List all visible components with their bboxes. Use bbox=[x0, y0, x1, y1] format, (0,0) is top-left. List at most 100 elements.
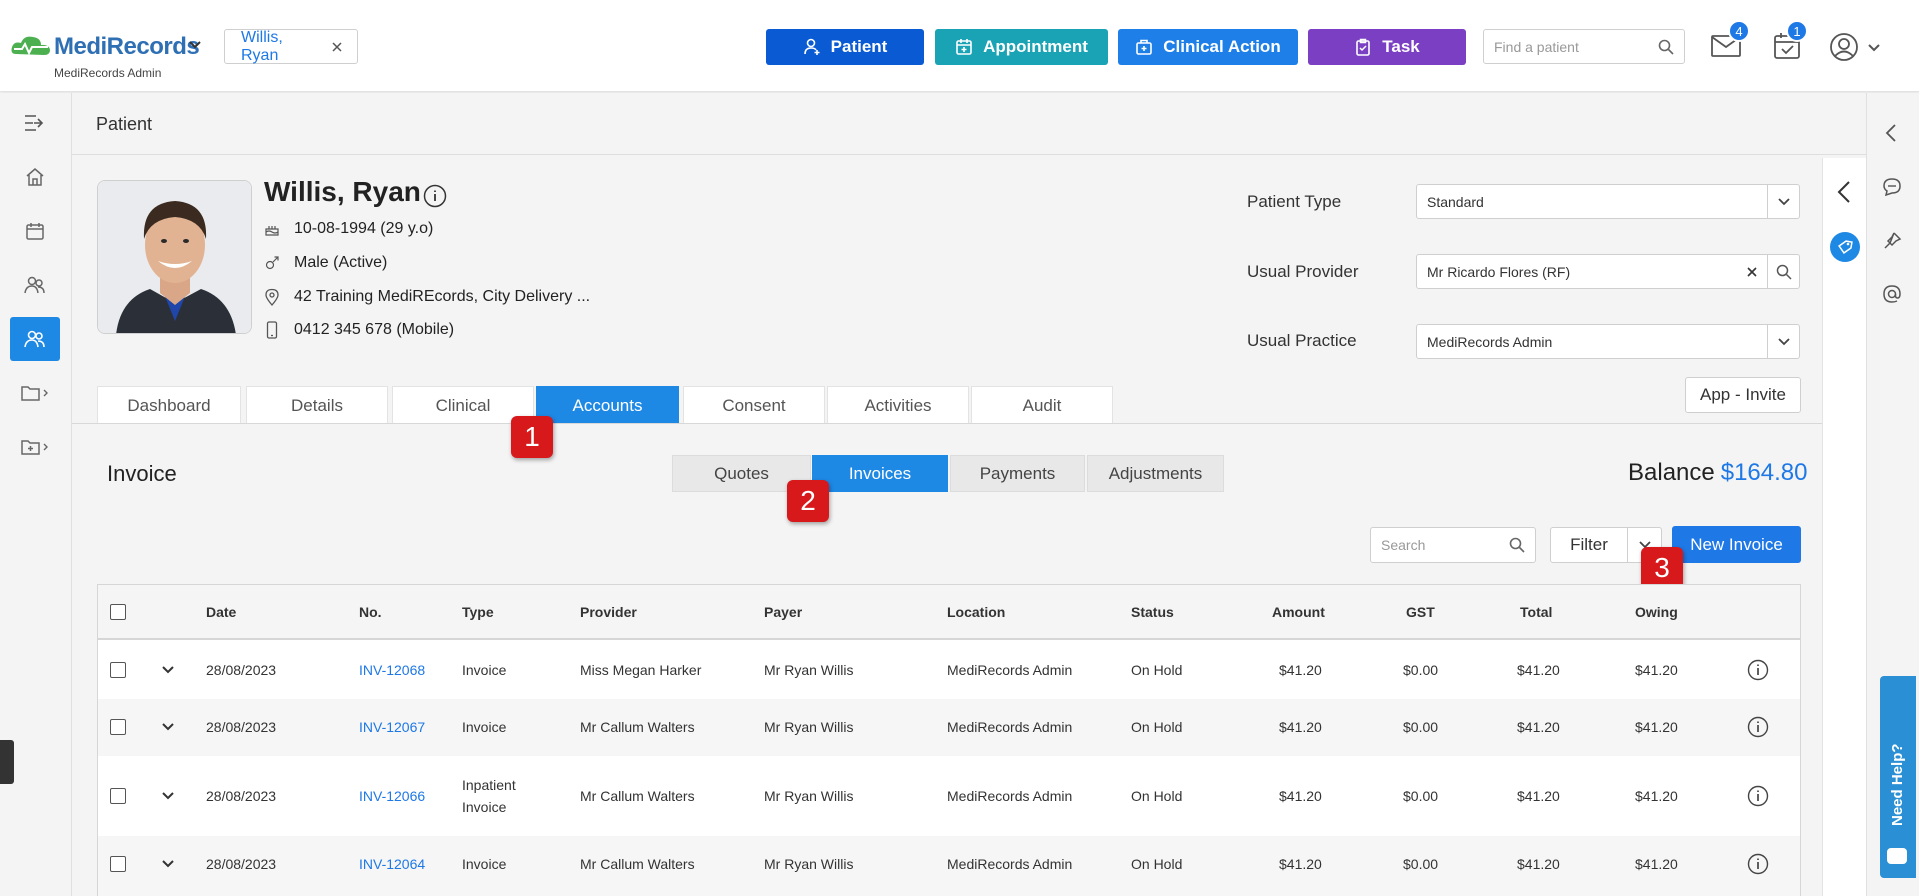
tag-icon[interactable] bbox=[1830, 232, 1860, 262]
info-icon[interactable] bbox=[1747, 659, 1769, 681]
chevron-down-icon[interactable] bbox=[162, 860, 174, 868]
need-help-button[interactable]: Need Help? bbox=[1880, 676, 1916, 878]
cell-type: Invoice bbox=[462, 856, 507, 872]
app-invite-button[interactable]: App - Invite bbox=[1685, 377, 1801, 413]
chevron-down-icon[interactable] bbox=[162, 666, 174, 674]
chevron-down-icon[interactable] bbox=[162, 792, 174, 800]
table-row[interactable]: 28/08/2023 INV-12067 Invoice Mr Callum W… bbox=[98, 699, 1800, 756]
right-panel bbox=[1822, 158, 1866, 896]
folder-add-icon[interactable] bbox=[10, 425, 60, 469]
cell-status: On Hold bbox=[1131, 719, 1183, 735]
col-status[interactable]: Status bbox=[1131, 604, 1174, 620]
expand-menu-icon[interactable] bbox=[10, 101, 60, 145]
location-pin-icon bbox=[265, 288, 279, 306]
col-total[interactable]: Total bbox=[1520, 604, 1552, 620]
table-row[interactable]: 28/08/2023 INV-12066 Inpatient Invoice M… bbox=[98, 756, 1800, 836]
home-icon[interactable] bbox=[10, 155, 60, 199]
col-type[interactable]: Type bbox=[462, 604, 494, 620]
task-button-label: Task bbox=[1382, 37, 1420, 56]
new-invoice-button[interactable]: New Invoice bbox=[1672, 526, 1801, 563]
patient-type-select[interactable]: Standard bbox=[1416, 184, 1800, 219]
birthday-cake-icon bbox=[265, 226, 279, 236]
usual-provider-select[interactable]: Mr Ricardo Flores (RF) bbox=[1416, 254, 1800, 289]
group-icon[interactable] bbox=[10, 263, 60, 307]
segment-adjustments[interactable]: Adjustments bbox=[1087, 455, 1224, 492]
user-avatar-icon[interactable] bbox=[1829, 32, 1859, 62]
comment-icon[interactable] bbox=[1882, 177, 1902, 197]
cell-location: MediRecords Admin bbox=[947, 662, 1073, 678]
select-all-checkbox[interactable] bbox=[110, 604, 126, 620]
clinical-action-button[interactable]: Clinical Action bbox=[1118, 29, 1298, 65]
chevron-left-icon[interactable] bbox=[1885, 123, 1897, 143]
patient-button[interactable]: Patient bbox=[766, 29, 924, 65]
find-patient-placeholder: Find a patient bbox=[1494, 38, 1579, 55]
calendar-icon[interactable] bbox=[10, 209, 60, 253]
mention-icon[interactable] bbox=[1882, 284, 1902, 304]
info-icon[interactable] bbox=[423, 184, 447, 208]
tab-details[interactable]: Details bbox=[246, 386, 388, 424]
cell-invoice-number[interactable]: INV-12066 bbox=[359, 788, 425, 804]
row-checkbox[interactable] bbox=[110, 719, 126, 735]
col-location[interactable]: Location bbox=[947, 604, 1005, 620]
invoice-search-input[interactable]: Search bbox=[1370, 527, 1536, 563]
cell-invoice-number[interactable]: INV-12068 bbox=[359, 662, 425, 678]
pin-icon[interactable] bbox=[1882, 231, 1902, 251]
tab-accounts[interactable]: Accounts bbox=[536, 386, 679, 424]
chevron-down-icon[interactable] bbox=[1767, 325, 1799, 358]
row-checkbox[interactable] bbox=[110, 788, 126, 804]
cell-gst: $0.00 bbox=[1403, 856, 1439, 872]
chevron-left-icon[interactable] bbox=[1837, 180, 1851, 204]
patient-chip[interactable]: Willis, Ryan bbox=[224, 29, 358, 64]
patients-icon[interactable] bbox=[10, 317, 60, 361]
cell-invoice-number[interactable]: INV-12064 bbox=[359, 856, 425, 872]
task-button[interactable]: Task bbox=[1308, 29, 1466, 65]
cell-type: Inpatient bbox=[462, 777, 516, 793]
info-icon[interactable] bbox=[1747, 785, 1769, 807]
search-icon[interactable] bbox=[1767, 255, 1799, 288]
segment-invoices[interactable]: Invoices bbox=[812, 455, 948, 492]
tab-activities[interactable]: Activities bbox=[827, 386, 969, 424]
row-checkbox[interactable] bbox=[110, 856, 126, 872]
row-checkbox[interactable] bbox=[110, 662, 126, 678]
info-icon[interactable] bbox=[1747, 716, 1769, 738]
col-owing[interactable]: Owing bbox=[1635, 604, 1678, 620]
page-title: Patient bbox=[96, 114, 153, 134]
cell-type-line2: Invoice bbox=[462, 799, 507, 815]
col-provider[interactable]: Provider bbox=[580, 604, 637, 620]
search-icon[interactable] bbox=[1509, 537, 1525, 553]
col-date[interactable]: Date bbox=[206, 604, 236, 620]
search-icon[interactable] bbox=[1658, 39, 1674, 55]
col-gst[interactable]: GST bbox=[1406, 604, 1435, 620]
find-patient-input[interactable]: Find a patient bbox=[1483, 29, 1685, 64]
chevron-down-icon[interactable] bbox=[1867, 43, 1881, 53]
col-no[interactable]: No. bbox=[359, 604, 382, 620]
patient-address: 42 Training MediREcords, City Delivery .… bbox=[294, 288, 591, 305]
patient-button-label: Patient bbox=[830, 37, 888, 56]
col-amount[interactable]: Amount bbox=[1272, 604, 1325, 620]
cell-gst: $0.00 bbox=[1403, 662, 1439, 678]
patient-name: Willis, Ryan bbox=[264, 176, 421, 207]
table-row[interactable]: 28/08/2023 INV-12068 Invoice Miss Megan … bbox=[98, 642, 1800, 699]
logo[interactable]: MediRecords bbox=[54, 33, 200, 61]
add-person-icon bbox=[803, 38, 820, 55]
cell-type: Invoice bbox=[462, 662, 507, 678]
tab-consent[interactable]: Consent bbox=[683, 386, 825, 424]
cell-invoice-number[interactable]: INV-12067 bbox=[359, 719, 425, 735]
info-icon[interactable] bbox=[1747, 853, 1769, 875]
patient-dob-row: 10-08-1994 (29 y.o) bbox=[264, 220, 433, 238]
col-payer[interactable]: Payer bbox=[764, 604, 802, 620]
folder-icon[interactable] bbox=[10, 371, 60, 415]
side-drawer-handle[interactable] bbox=[0, 740, 14, 784]
tab-audit[interactable]: Audit bbox=[971, 386, 1113, 424]
clear-icon[interactable] bbox=[1737, 266, 1767, 277]
segment-payments[interactable]: Payments bbox=[950, 455, 1085, 492]
tab-dashboard[interactable]: Dashboard bbox=[97, 386, 241, 424]
appointment-button[interactable]: Appointment bbox=[935, 29, 1108, 65]
chevron-down-icon[interactable] bbox=[162, 723, 174, 731]
usual-practice-select[interactable]: MediRecords Admin bbox=[1416, 324, 1800, 359]
filter-label: Filter bbox=[1570, 535, 1608, 554]
close-icon[interactable] bbox=[331, 41, 343, 53]
chevron-down-icon[interactable] bbox=[1767, 185, 1799, 218]
chevron-down-icon[interactable] bbox=[188, 40, 202, 50]
table-row[interactable]: 28/08/2023 INV-12064 Invoice Mr Callum W… bbox=[98, 836, 1800, 896]
